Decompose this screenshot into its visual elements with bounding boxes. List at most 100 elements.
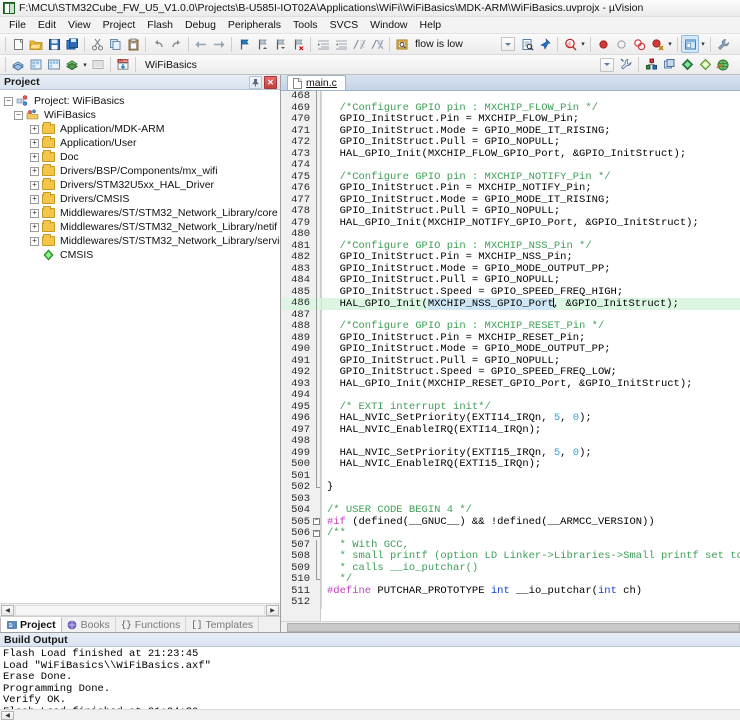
- code-line[interactable]: 505− #if (defined(__GNUC__) && !defined(_…: [281, 516, 740, 529]
- scroll-left-icon[interactable]: ◀: [1, 604, 14, 616]
- save-all-icon[interactable]: [63, 35, 81, 53]
- code-line[interactable]: 496 HAL_NVIC_SetPriority(EXTI14_IRQn, 5,…: [281, 412, 740, 425]
- tab-project[interactable]: Project: [0, 617, 62, 632]
- expander-icon[interactable]: +: [30, 194, 39, 204]
- scroll-right-icon[interactable]: ▶: [266, 604, 279, 616]
- code-line[interactable]: 486 HAL_GPIO_Init(MXCHIP_NSS_GPIO_Port, …: [281, 297, 740, 310]
- tree-item-folder[interactable]: + Middlewares/ST/STM32_Network_Library/s…: [4, 234, 280, 248]
- code-line[interactable]: 485 GPIO_InitStruct.Speed = GPIO_SPEED_F…: [281, 286, 740, 298]
- copy-icon[interactable]: [106, 35, 124, 53]
- menu-window[interactable]: Window: [364, 18, 413, 32]
- code-line[interactable]: 492 GPIO_InitStruct.Speed = GPIO_SPEED_F…: [281, 366, 740, 379]
- bookmark-toggle-icon[interactable]: [235, 35, 253, 53]
- target-options-icon[interactable]: [617, 56, 635, 74]
- uncomment-icon[interactable]: //: [368, 35, 386, 53]
- code-line[interactable]: 511 #define PUTCHAR_PROTOTYPE int __io_pu…: [281, 585, 740, 597]
- code-text[interactable]: GPIO_InitStruct.Mode = GPIO_MODE_OUTPUT_…: [321, 343, 740, 356]
- breakpoint-icon[interactable]: [594, 35, 612, 53]
- chevron-down-icon[interactable]: ▾: [699, 35, 707, 53]
- menu-svcs[interactable]: SVCS: [324, 18, 365, 32]
- expander-icon[interactable]: +: [30, 138, 39, 148]
- bookmark-pin-icon[interactable]: [536, 35, 554, 53]
- code-text[interactable]: HAL_GPIO_Init(MXCHIP_RESET_GPIO_Port, &G…: [321, 378, 740, 390]
- paste-icon[interactable]: [124, 35, 142, 53]
- code-text[interactable]: [321, 597, 740, 609]
- code-line[interactable]: 488 /*Configure GPIO pin : MXCHIP_RESET_…: [281, 320, 740, 333]
- disable-all-breakpoints-icon[interactable]: [630, 35, 648, 53]
- code-text[interactable]: */: [321, 573, 740, 586]
- code-text[interactable]: /* USER CODE BEGIN 4 */: [321, 504, 740, 517]
- menu-peripherals[interactable]: Peripherals: [222, 18, 287, 32]
- build-icon[interactable]: [27, 56, 45, 74]
- menu-file[interactable]: File: [3, 18, 32, 32]
- tab-books[interactable]: Books: [62, 617, 116, 632]
- tree-item-folder[interactable]: + Application/User: [4, 136, 280, 150]
- menu-view[interactable]: View: [62, 18, 97, 32]
- target-selector-value[interactable]: WiFiBasics: [145, 59, 265, 71]
- tree-item-project[interactable]: − Project: WiFiBasics: [4, 94, 280, 108]
- menu-help[interactable]: Help: [414, 18, 448, 32]
- code-text[interactable]: HAL_NVIC_EnableIRQ(EXTI15_IRQn);: [321, 458, 740, 471]
- code-text[interactable]: HAL_GPIO_Init(MXCHIP_NOTIFY_GPIO_Port, &…: [321, 217, 740, 229]
- tree-item-folder[interactable]: + Drivers/STM32U5xx_HAL_Driver: [4, 178, 280, 192]
- code-text[interactable]: GPIO_InitStruct.Speed = GPIO_SPEED_FREQ_…: [321, 286, 740, 298]
- code-line[interactable]: 498: [281, 435, 740, 448]
- tab-functions[interactable]: {} Functions: [116, 617, 187, 632]
- code-line[interactable]: 479 HAL_GPIO_Init(MXCHIP_NOTIFY_GPIO_Por…: [281, 217, 740, 229]
- magnifier-debug-icon[interactable]: d: [561, 35, 579, 53]
- code-text[interactable]: /*Configure GPIO pin : MXCHIP_RESET_Pin …: [321, 320, 740, 333]
- code-text[interactable]: [321, 470, 740, 482]
- expander-icon[interactable]: +: [30, 208, 39, 218]
- menu-debug[interactable]: Debug: [179, 18, 222, 32]
- project-horizontal-scrollbar[interactable]: ◀ ▶: [0, 603, 280, 616]
- manage-project-items-icon[interactable]: [642, 56, 660, 74]
- menu-project[interactable]: Project: [97, 18, 142, 32]
- code-line[interactable]: 512: [281, 596, 740, 609]
- tree-item-folder[interactable]: + Application/MDK-ARM: [4, 122, 280, 136]
- code-text[interactable]: HAL_GPIO_Init(MXCHIP_NSS_GPIO_Port, &GPI…: [321, 298, 740, 310]
- disable-breakpoint-icon[interactable]: [612, 35, 630, 53]
- code-text[interactable]: GPIO_InitStruct.Pin = MXCHIP_NOTIFY_Pin;: [321, 182, 740, 195]
- code-text[interactable]: HAL_NVIC_EnableIRQ(EXTI14_IRQn);: [321, 424, 740, 436]
- expander-icon[interactable]: +: [30, 236, 39, 246]
- expander-icon[interactable]: +: [30, 152, 39, 162]
- menu-edit[interactable]: Edit: [32, 18, 62, 32]
- multi-project-icon[interactable]: [660, 56, 678, 74]
- rebuild-icon[interactable]: [45, 56, 63, 74]
- kill-breakpoints-icon[interactable]: [648, 35, 666, 53]
- fold-marker[interactable]: −: [313, 517, 321, 529]
- code-text[interactable]: #if (defined(__GNUC__) && !defined(__ARM…: [321, 516, 740, 528]
- tab-templates[interactable]: [] Templates: [186, 617, 260, 632]
- code-line[interactable]: 493 HAL_GPIO_Init(MXCHIP_RESET_GPIO_Port…: [281, 378, 740, 390]
- code-line[interactable]: 501: [281, 470, 740, 482]
- tree-item-folder[interactable]: + Drivers/BSP/Components/mx_wifi: [4, 164, 280, 178]
- expander-icon[interactable]: −: [14, 110, 23, 120]
- code-editor[interactable]: 468 469 /*Configure GPIO pin : MXCHIP_FL…: [281, 91, 740, 621]
- code-line[interactable]: 472 GPIO_InitStruct.Pull = GPIO_NOPULL;: [281, 136, 740, 149]
- tree-item-folder[interactable]: + Drivers/CMSIS: [4, 192, 280, 206]
- chevron-down-icon[interactable]: ▾: [81, 56, 89, 74]
- code-line[interactable]: 490 GPIO_InitStruct.Mode = GPIO_MODE_OUT…: [281, 343, 740, 356]
- code-text[interactable]: HAL_GPIO_Init(MXCHIP_FLOW_GPIO_Port, &GP…: [321, 148, 740, 160]
- run-to-cursor-icon[interactable]: [696, 56, 714, 74]
- expander-icon[interactable]: +: [30, 180, 39, 190]
- tree-item-cmsis[interactable]: CMSIS: [4, 248, 280, 262]
- find-combo-dropdown[interactable]: [501, 37, 515, 51]
- code-text[interactable]: [321, 436, 740, 448]
- code-text[interactable]: GPIO_InitStruct.Pull = GPIO_NOPULL;: [321, 205, 740, 218]
- expander-icon[interactable]: +: [30, 166, 39, 176]
- code-line[interactable]: 497 HAL_NVIC_EnableIRQ(EXTI14_IRQn);: [281, 424, 740, 436]
- editor-tab-main-c[interactable]: main.c: [287, 75, 346, 90]
- code-text[interactable]: GPIO_InitStruct.Speed = GPIO_SPEED_FREQ_…: [321, 366, 740, 379]
- tree-item-folder[interactable]: + Doc: [4, 150, 280, 164]
- indent-left-icon[interactable]: [332, 35, 350, 53]
- code-line[interactable]: 470 GPIO_InitStruct.Pin = MXCHIP_FLOW_Pi…: [281, 113, 740, 126]
- code-text[interactable]: #define PUTCHAR_PROTOTYPE int __io_putch…: [321, 585, 740, 597]
- code-line[interactable]: 484 GPIO_InitStruct.Pull = GPIO_NOPULL;: [281, 274, 740, 287]
- comment-icon[interactable]: //: [350, 35, 368, 53]
- code-line[interactable]: 478 GPIO_InitStruct.Pull = GPIO_NOPULL;: [281, 205, 740, 218]
- batch-build-icon[interactable]: [63, 56, 81, 74]
- forward-arrow-icon[interactable]: [210, 35, 228, 53]
- code-text[interactable]: GPIO_InitStruct.Pull = GPIO_NOPULL;: [321, 274, 740, 287]
- tree-item-folder[interactable]: + Middlewares/ST/STM32_Network_Library/n…: [4, 220, 280, 234]
